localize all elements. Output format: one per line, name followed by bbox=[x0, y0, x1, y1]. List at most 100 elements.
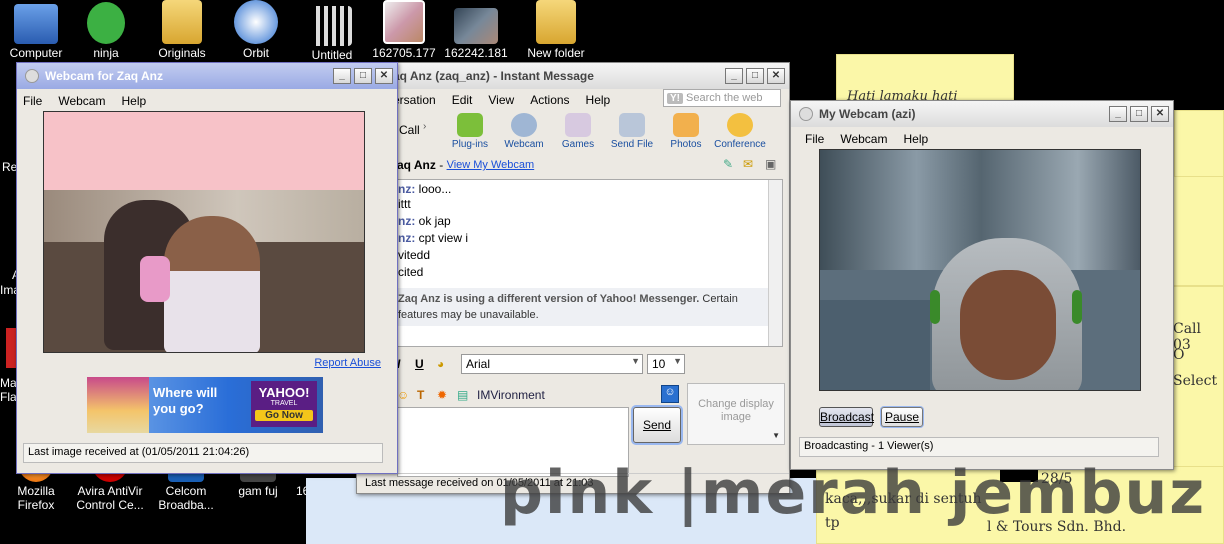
contact-bar: aq Anz - View My Webcam ✎ ✉ ▣ bbox=[397, 157, 777, 172]
ad-headline: Where will you go? bbox=[153, 385, 218, 416]
my-webcam-window[interactable]: My Webcam (azi) _ □ ✕ File Webcam Help B… bbox=[790, 100, 1174, 470]
broadcast-button[interactable]: Broadcast bbox=[819, 407, 874, 427]
video-headphone-left bbox=[930, 290, 940, 324]
yahoo-search-icon: Y! bbox=[667, 92, 683, 104]
chevron-down-icon: ▼ bbox=[631, 356, 640, 366]
menu-webcam[interactable]: Webcam bbox=[58, 94, 105, 108]
menu-help[interactable]: Help bbox=[586, 93, 611, 107]
desktop-icon-computer[interactable]: Computer bbox=[0, 0, 72, 60]
desktop-icon-new-folder[interactable]: New folder bbox=[520, 0, 592, 60]
pen-icon[interactable]: ✎ bbox=[723, 157, 733, 171]
video-headphone-right bbox=[1072, 290, 1082, 324]
search-placeholder: Search the web bbox=[686, 92, 763, 104]
menu-view[interactable]: View bbox=[488, 93, 514, 107]
menu-help[interactable]: Help bbox=[903, 132, 928, 146]
folder-icon bbox=[536, 0, 576, 44]
yahoo-travel-logo: YAHOO! TRAVEL Go Now bbox=[251, 381, 317, 427]
close-button[interactable]: ✕ bbox=[767, 68, 785, 84]
folder-icon bbox=[162, 0, 202, 44]
menu-webcam[interactable]: Webcam bbox=[840, 132, 887, 146]
contact-card-icon[interactable]: ▣ bbox=[765, 157, 776, 171]
history-scrollbar[interactable] bbox=[768, 180, 782, 346]
webcam-zaq-statusbar: Last image received at (01/05/2011 21:04… bbox=[23, 443, 383, 463]
my-webcam-statusbar: Broadcasting - 1 Viewer(s) bbox=[799, 437, 1159, 457]
chevron-down-icon[interactable]: ▼ bbox=[772, 429, 780, 442]
report-abuse-link[interactable]: Report Abuse bbox=[314, 357, 381, 369]
webcam-zaq-video bbox=[43, 111, 365, 353]
im-menubar: ersation Edit View Actions Help Y! Searc… bbox=[357, 89, 789, 111]
my-webcam-title: My Webcam (azi) bbox=[819, 107, 916, 121]
desktop-icon-ninja[interactable]: ninja bbox=[70, 0, 142, 60]
underline-button[interactable]: U bbox=[415, 357, 437, 371]
menu-file[interactable]: File bbox=[23, 94, 42, 108]
color-palette-icon[interactable]: ◕ bbox=[437, 357, 461, 371]
emoticon-icon[interactable]: ☺ bbox=[397, 388, 417, 402]
maximize-button[interactable]: □ bbox=[746, 68, 764, 84]
webcam-zaq-window[interactable]: Webcam for Zaq Anz _ □ ✕ File Webcam Hel… bbox=[16, 62, 398, 474]
extras-toolbar: ☺ T ✹ ▤ IMVironment bbox=[397, 385, 545, 405]
desktop-icon-photo-1[interactable]: 162705.177 bbox=[368, 0, 440, 60]
menu-conversation[interactable]: ersation bbox=[393, 93, 436, 107]
plugins-button[interactable]: Plug-ins bbox=[443, 113, 497, 150]
send-file-button[interactable]: Send File bbox=[605, 113, 659, 150]
italic-button[interactable]: I bbox=[397, 357, 415, 371]
message-line: nz: ok jap bbox=[398, 214, 451, 228]
minimize-button[interactable]: _ bbox=[333, 68, 351, 84]
conference-icon bbox=[727, 113, 753, 137]
webcam-button[interactable]: Webcam bbox=[497, 113, 551, 150]
change-display-image[interactable]: Change display image ▼ bbox=[687, 383, 785, 445]
send-button[interactable]: Send bbox=[633, 407, 681, 443]
pause-button[interactable]: Pause bbox=[881, 407, 923, 427]
image-thumb-icon bbox=[383, 0, 425, 44]
photos-button[interactable]: Photos bbox=[659, 113, 713, 150]
im-window[interactable]: aq Anz (zaq_anz) - Instant Message _ □ ✕… bbox=[356, 62, 790, 494]
chevron-down-icon: ▼ bbox=[673, 356, 682, 366]
call-button[interactable]: Call bbox=[399, 123, 420, 137]
dice-icon bbox=[565, 113, 591, 137]
menu-help[interactable]: Help bbox=[121, 94, 146, 108]
search-box[interactable]: Y! Search the web bbox=[663, 89, 781, 107]
sticky-note-top[interactable]: Hati lamaku hati bbox=[836, 54, 1014, 102]
sticky-note-right-mid[interactable] bbox=[1172, 176, 1224, 286]
desktop-icon-orbit[interactable]: Orbit bbox=[220, 0, 292, 60]
nudge-icon[interactable]: ✹ bbox=[437, 388, 457, 402]
video-bottle bbox=[140, 256, 170, 302]
font-size-select[interactable]: 10 ▼ bbox=[647, 354, 685, 374]
desktop-icon-originals[interactable]: Originals bbox=[146, 0, 218, 60]
message-line: vitedd bbox=[398, 248, 431, 262]
mail-icon[interactable]: ✉ bbox=[743, 157, 753, 171]
maximize-button[interactable]: □ bbox=[1130, 106, 1148, 122]
view-webcam-link[interactable]: View My Webcam bbox=[447, 159, 535, 171]
my-webcam-menubar: File Webcam Help bbox=[791, 129, 1173, 149]
watermark-text: pink |merah jembuz bbox=[500, 458, 1207, 528]
minimize-button[interactable]: _ bbox=[1109, 106, 1127, 122]
imvironment-label[interactable]: IMVironment bbox=[477, 388, 545, 402]
sticky-text: Select bbox=[1173, 373, 1218, 389]
message-history[interactable]: nz: looo... ittt nz: ok jap nz: cpt view… bbox=[397, 179, 783, 347]
close-button[interactable]: ✕ bbox=[375, 68, 393, 84]
ad-go-now-button[interactable]: Go Now bbox=[255, 410, 313, 421]
im-titlebar[interactable]: aq Anz (zaq_anz) - Instant Message _ □ ✕ bbox=[357, 63, 789, 89]
text-style-icon[interactable]: T bbox=[417, 388, 437, 402]
yahoo-travel-ad[interactable]: Where will you go? YAHOO! TRAVEL Go Now bbox=[87, 377, 323, 433]
desktop-icon-untitled[interactable]: Untitled bbox=[296, 0, 368, 62]
menu-file[interactable]: File bbox=[805, 132, 824, 146]
maximize-button[interactable]: □ bbox=[354, 68, 372, 84]
message-line: nz: looo... bbox=[398, 182, 452, 196]
call-dropdown-icon[interactable]: › bbox=[423, 121, 426, 132]
menu-edit[interactable]: Edit bbox=[452, 93, 473, 107]
games-button[interactable]: Games bbox=[551, 113, 605, 150]
my-webcam-titlebar[interactable]: My Webcam (azi) _ □ ✕ bbox=[791, 101, 1173, 127]
webcam-zaq-titlebar[interactable]: Webcam for Zaq Anz _ □ ✕ bbox=[17, 63, 397, 89]
minimize-button[interactable]: _ bbox=[725, 68, 743, 84]
version-notice: Zaq Anz is using a different version of … bbox=[398, 288, 782, 326]
font-select[interactable]: Arial ▼ bbox=[461, 354, 643, 374]
desktop-icon-photo-2[interactable]: 162242.181 bbox=[440, 0, 512, 60]
menu-actions[interactable]: Actions bbox=[530, 93, 569, 107]
conference-button[interactable]: Conference bbox=[713, 113, 767, 150]
plugin-icon bbox=[457, 113, 483, 137]
imvironment-icon[interactable]: ▤ bbox=[457, 388, 477, 402]
sticky-note-right-top[interactable] bbox=[1174, 110, 1224, 178]
close-button[interactable]: ✕ bbox=[1151, 106, 1169, 122]
avatar-toggle-icon[interactable]: ☺ bbox=[661, 385, 679, 403]
